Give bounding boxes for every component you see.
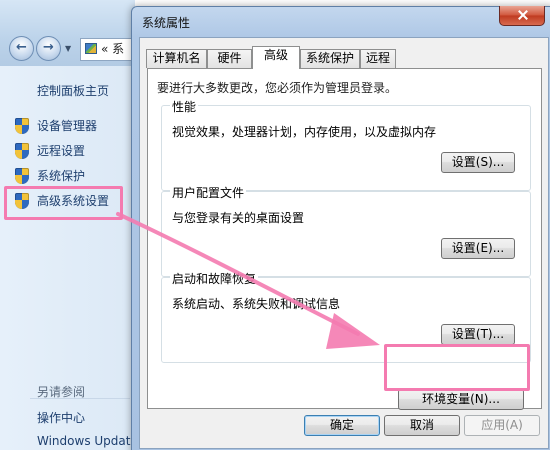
ok-button[interactable]: 确定 — [304, 415, 380, 436]
cancel-button[interactable]: 取消 — [384, 415, 460, 436]
address-text: « 系 — [101, 42, 125, 56]
user-profiles-description: 与您登录有关的桌面设置 — [172, 211, 305, 225]
sidebar-link-label: 远程设置 — [37, 144, 86, 158]
highlight-box-advanced-settings — [4, 186, 123, 220]
performance-description: 视觉效果，处理器计划，内存使用，以及虚拟内存 — [172, 125, 437, 139]
dialog-title: 系统属性 — [142, 16, 191, 30]
performance-group: 性能 视觉效果，处理器计划，内存使用，以及虚拟内存 设置(S)... — [161, 98, 531, 191]
control-panel-home-link[interactable]: 控制面板主页 — [37, 82, 109, 99]
sidebar-link-label: 设备管理器 — [37, 119, 98, 133]
startup-recovery-settings-button[interactable]: 设置(T)... — [441, 324, 515, 345]
user-profiles-legend: 用户配置文件 — [170, 184, 247, 201]
admin-notice: 要进行大多数更改，您必须作为管理员登录。 — [157, 81, 398, 95]
user-profiles-settings-button[interactable]: 设置(E)... — [441, 238, 515, 259]
history-dropdown-icon[interactable]: ▼ — [65, 44, 75, 53]
close-button[interactable] — [499, 6, 545, 26]
tab-advanced[interactable]: 高级 — [252, 46, 300, 69]
forward-button[interactable]: → — [36, 36, 61, 61]
see-also-action-center[interactable]: 操作中心 — [37, 409, 85, 426]
startup-recovery-description: 系统启动、系统失败和调试信息 — [172, 297, 341, 311]
tab-computer-name[interactable]: 计算机名 — [146, 49, 207, 68]
uac-shield-icon — [14, 143, 30, 160]
tab-system-protection[interactable]: 系统保护 — [300, 49, 360, 68]
uac-shield-icon — [14, 168, 30, 185]
user-profiles-group: 用户配置文件 与您登录有关的桌面设置 设置(E)... — [161, 184, 531, 277]
uac-shield-icon — [14, 118, 30, 135]
sidebar-link-label: 系统保护 — [37, 169, 86, 183]
control-panel-icon — [85, 43, 97, 54]
tab-remote[interactable]: 远程 — [360, 49, 396, 68]
back-button[interactable]: ← — [9, 36, 34, 61]
performance-settings-button[interactable]: 设置(S)... — [441, 152, 515, 173]
tab-hardware[interactable]: 硬件 — [207, 49, 252, 68]
environment-variables-button[interactable]: 环境变量(N)... — [398, 389, 524, 410]
sidebar-divider — [30, 398, 130, 399]
highlight-box-environment-variables — [384, 344, 530, 391]
apply-button[interactable]: 应用(A) — [464, 415, 540, 436]
see-also-windows-update[interactable]: Windows Update — [37, 434, 138, 448]
startup-recovery-legend: 启动和故障恢复 — [170, 270, 259, 287]
performance-legend: 性能 — [170, 98, 199, 115]
